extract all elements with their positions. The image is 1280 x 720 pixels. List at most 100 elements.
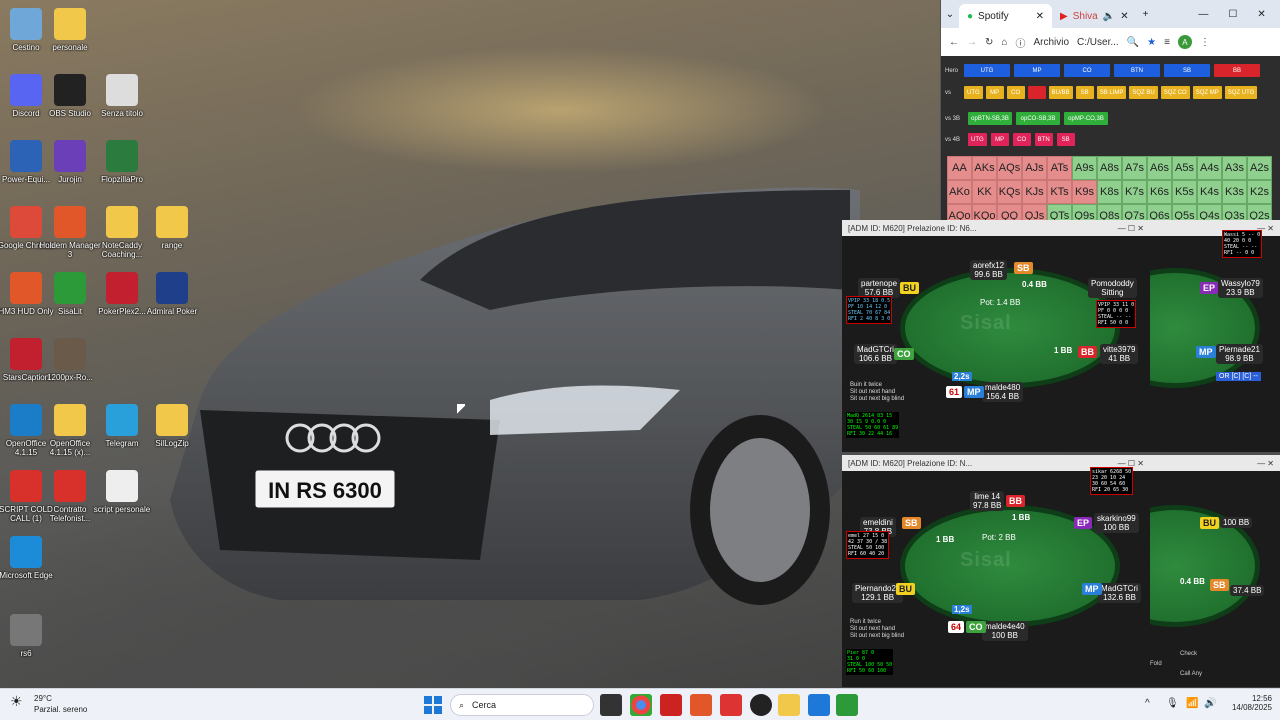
holdem-manager-taskbar-icon[interactable] — [690, 694, 712, 716]
hand-cell[interactable]: KQs — [997, 180, 1022, 204]
desktop-icon-1200px-ro[interactable]: 1200px-Ro... — [38, 334, 102, 396]
range-button[interactable]: BU/BB — [1048, 86, 1073, 99]
range-button[interactable]: UTG — [964, 86, 983, 99]
desktop-icon-admiral-poker[interactable]: Admiral Poker — [140, 268, 204, 330]
hand-cell[interactable]: A8s — [1097, 156, 1122, 180]
hand-cell[interactable]: A4s — [1197, 156, 1222, 180]
sisal-taskbar-icon[interactable] — [836, 694, 858, 716]
hand-cell[interactable]: K5s — [1172, 180, 1197, 204]
hand-cell[interactable]: AA — [947, 156, 972, 180]
extensions-icon[interactable]: ≡ — [1164, 37, 1170, 48]
chrome-taskbar-icon[interactable] — [630, 694, 652, 716]
profile-avatar[interactable]: A — [1177, 35, 1192, 49]
close-window-icon[interactable]: ✕ — [1257, 9, 1265, 20]
range-button[interactable]: SB LIMP — [1096, 86, 1127, 99]
app-taskbar-icon[interactable] — [660, 694, 682, 716]
hand-cell[interactable]: AQs — [997, 156, 1022, 180]
hand-cell[interactable]: K9s — [1072, 180, 1097, 204]
hand-cell[interactable]: K7s — [1122, 180, 1147, 204]
desktop-icon-rs6[interactable]: rs6 — [0, 610, 58, 672]
file-explorer-icon[interactable] — [778, 694, 800, 716]
search-box[interactable]: ⌕ Cerca — [450, 694, 594, 716]
weather-icon[interactable]: ☀ — [10, 693, 23, 710]
range-button[interactable]: opCO-SB,3B — [1016, 112, 1060, 125]
action-or-button[interactable]: OR [C] [C] -- — [1216, 372, 1261, 381]
range-button[interactable]: UTG — [964, 64, 1010, 77]
range-button[interactable]: CO — [1064, 64, 1110, 77]
close-icon[interactable]: ✕ — [1120, 11, 1128, 22]
hand-cell[interactable]: A6s — [1147, 156, 1172, 180]
range-button[interactable]: SQZ BU — [1129, 86, 1158, 99]
app-taskbar-icon[interactable] — [720, 694, 742, 716]
range-button[interactable]: UTG — [968, 133, 987, 146]
desktop-icon-range[interactable]: range — [140, 202, 204, 264]
hand-cell[interactable]: A9s — [1072, 156, 1097, 180]
hand-cell[interactable]: K3s — [1222, 180, 1247, 204]
hand-cell[interactable]: KJs — [1022, 180, 1047, 204]
range-button[interactable]: BTN — [1114, 64, 1160, 77]
obs-taskbar-icon[interactable] — [750, 694, 772, 716]
desktop-icon-flopzillapro[interactable]: FlopzillaPro — [90, 136, 154, 198]
check-button[interactable]: Check — [1180, 651, 1197, 657]
range-button[interactable]: SB — [1164, 64, 1210, 77]
clock[interactable]: 12:56 14/08/2025 — [1232, 694, 1272, 712]
task-view-icon[interactable] — [600, 694, 622, 716]
range-button[interactable]: CO — [1006, 86, 1025, 99]
table2-options[interactable]: Run it twice Sit out next hand Sit out nex… — [850, 619, 904, 640]
range-button[interactable]: BB — [1214, 64, 1260, 77]
range-button[interactable]: BTN — [1034, 133, 1053, 146]
wifi-icon[interactable]: 📶 — [1186, 698, 1198, 709]
range-button[interactable]: MP — [990, 133, 1009, 146]
hand-cell[interactable]: K4s — [1197, 180, 1222, 204]
hand-cell[interactable]: K6s — [1147, 180, 1172, 204]
call-any-button[interactable]: Call Any — [1180, 671, 1202, 677]
range-button[interactable]: opMP-CO,3B — [1064, 112, 1108, 125]
hand-cell[interactable]: AKo — [947, 180, 972, 204]
hand-cell[interactable]: AKs — [972, 156, 997, 180]
range-button[interactable]: MP — [985, 86, 1004, 99]
tab-shiva[interactable]: ▶ Shiva 🔈 ✕ — [1052, 4, 1137, 28]
hand-cell[interactable]: A7s — [1122, 156, 1147, 180]
desktop-icon-script-personale[interactable]: script personale — [90, 466, 154, 528]
range-button[interactable]: SQZ UTG — [1224, 86, 1258, 99]
hand-cell[interactable]: A2s — [1247, 156, 1272, 180]
reload-icon[interactable]: ↻ — [985, 37, 993, 48]
range-button[interactable]: CO — [1012, 133, 1031, 146]
outlook-icon[interactable] — [808, 694, 830, 716]
fold-button[interactable]: Fold — [1150, 661, 1162, 667]
desktop-icon-microsoft-edge[interactable]: Microsoft Edge — [0, 532, 58, 594]
microphone-icon[interactable]: 🎙 — [1166, 698, 1179, 709]
range-button[interactable]: opBTN-SB,3B — [968, 112, 1012, 125]
hand-cell[interactable]: A5s — [1172, 156, 1197, 180]
close-icon[interactable]: ✕ — [1036, 11, 1044, 22]
desktop-icon-sillogzip[interactable]: SilLogZip — [140, 400, 204, 462]
maximize-icon[interactable]: ☐ — [1228, 9, 1237, 20]
home-icon[interactable]: ⌂ — [1001, 37, 1007, 48]
back-icon[interactable]: ← — [949, 37, 959, 48]
bookmark-star-icon[interactable]: ★ — [1147, 37, 1156, 48]
minimize-icon[interactable]: — — [1198, 9, 1208, 20]
volume-icon[interactable]: 🔊 — [1204, 698, 1216, 709]
chevron-up-icon[interactable]: ^ — [1145, 698, 1150, 709]
windows-start-icon[interactable] — [424, 696, 442, 714]
zoom-icon[interactable]: 🔍 — [1127, 37, 1139, 48]
tab-list-icon[interactable]: ⌄ — [941, 9, 959, 20]
range-button[interactable] — [1027, 86, 1046, 99]
hand-cell[interactable]: K8s — [1097, 180, 1122, 204]
url-field[interactable]: C:/User... — [1077, 37, 1119, 48]
menu-icon[interactable]: ⋮ — [1200, 37, 1210, 48]
range-button[interactable]: SQZ CO — [1160, 86, 1190, 99]
range-button[interactable]: SQZ MP — [1192, 86, 1222, 99]
hand-cell[interactable]: KTs — [1047, 180, 1072, 204]
hand-cell[interactable]: AJs — [1022, 156, 1047, 180]
range-button[interactable]: MP — [1014, 64, 1060, 77]
desktop-icon-personale[interactable]: personale — [38, 4, 102, 66]
forward-icon[interactable]: → — [967, 37, 977, 48]
range-button[interactable]: SB — [1056, 133, 1075, 146]
new-tab-button[interactable]: + — [1143, 9, 1149, 20]
hand-cell[interactable]: K2s — [1247, 180, 1272, 204]
hand-cell[interactable]: A3s — [1222, 156, 1247, 180]
desktop-icon-senza-titolo[interactable]: Senza titolo — [90, 70, 154, 132]
hand-cell[interactable]: KK — [972, 180, 997, 204]
table1-options[interactable]: Buin it twice Sit out next hand Sit out ne… — [850, 382, 904, 403]
